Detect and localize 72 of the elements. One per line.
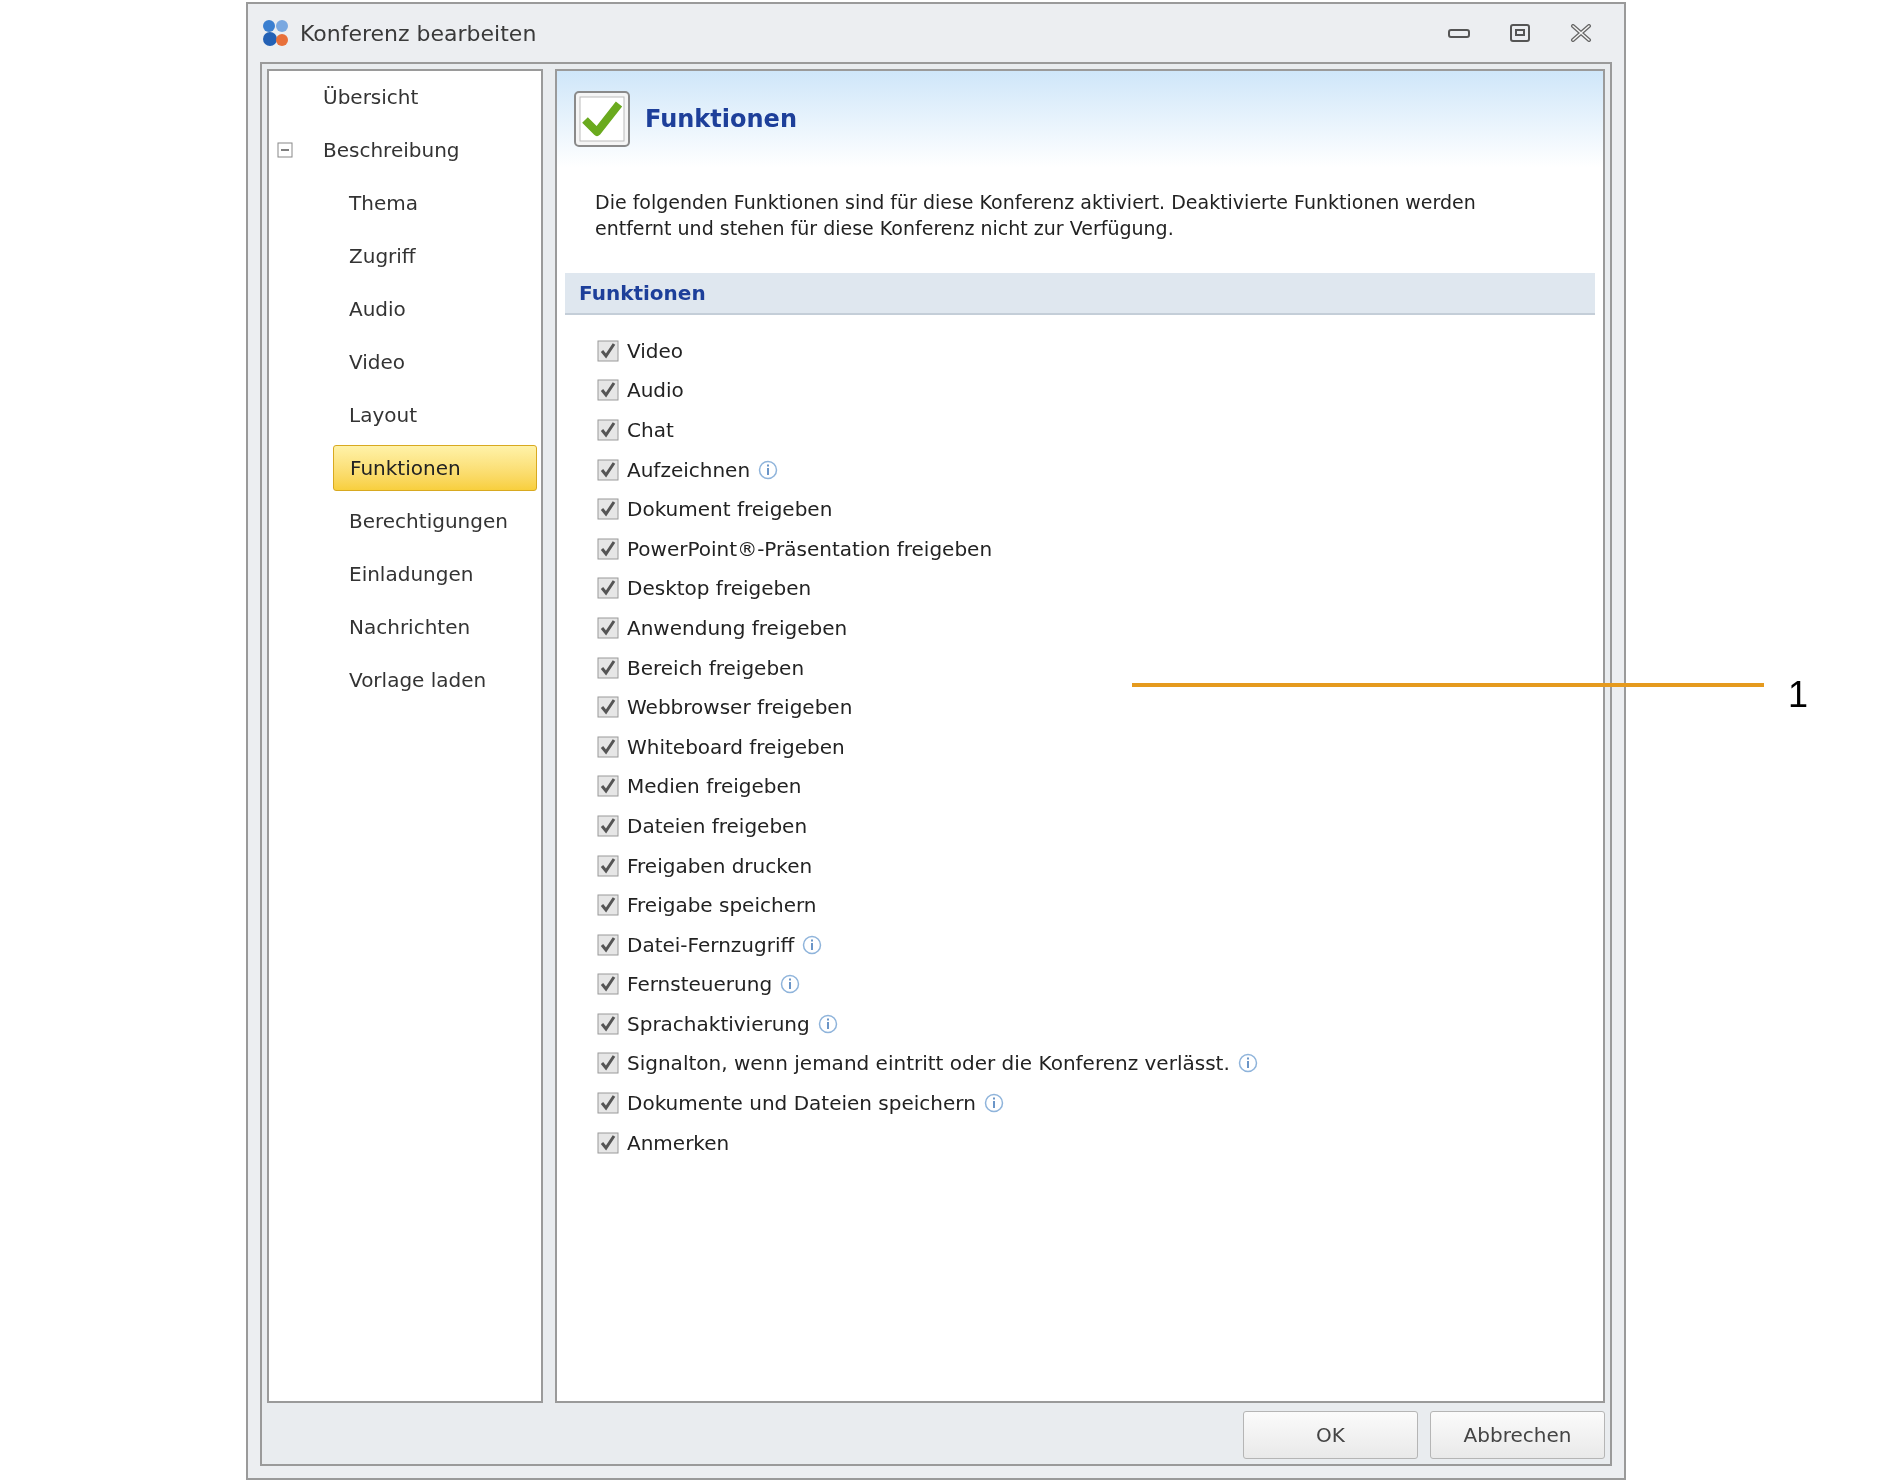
checkbox[interactable] <box>597 933 619 956</box>
sidebar-item[interactable]: Vorlage laden <box>349 665 487 695</box>
feature-label: Desktop freigeben <box>627 575 812 603</box>
feature-label: Bereich freigeben <box>627 654 805 682</box>
sidebar-item[interactable]: Video <box>349 347 406 377</box>
feature-label: Dokument freigeben <box>627 496 833 524</box>
checkmark-icon <box>573 90 631 148</box>
checkbox[interactable] <box>597 775 619 798</box>
dialog-button[interactable]: OK <box>1243 1411 1418 1459</box>
checkbox[interactable] <box>597 854 619 877</box>
checkbox[interactable] <box>597 537 619 560</box>
feature-label: Aufzeichnen <box>627 456 751 484</box>
dialog-button[interactable]: Abbrechen <box>1430 1411 1605 1459</box>
callout-number: 1 <box>1788 673 1809 717</box>
checkbox[interactable] <box>597 616 619 639</box>
collapse-icon[interactable] <box>277 142 293 158</box>
sidebar-item[interactable]: Einladungen <box>349 559 474 589</box>
feature-label: Medien freigeben <box>627 773 802 801</box>
info-icon[interactable] <box>983 1093 1004 1114</box>
checkbox[interactable] <box>597 735 619 758</box>
close-icon[interactable] <box>1570 24 1592 42</box>
feature-label: Dateien freigeben <box>627 812 808 840</box>
feature-label: Anwendung freigeben <box>627 614 848 642</box>
info-icon[interactable] <box>817 1013 838 1034</box>
sidebar-item[interactable]: Übersicht <box>323 82 419 112</box>
minimize-icon[interactable] <box>1448 27 1470 39</box>
feature-label: Anmerken <box>627 1129 730 1157</box>
sidebar-item[interactable]: Nachrichten <box>349 612 471 642</box>
window-title: Konferenz bearbeiten <box>300 19 537 48</box>
sidebar-item[interactable]: Zugriff <box>349 241 416 271</box>
feature-label: Chat <box>627 417 674 444</box>
checkbox[interactable] <box>597 379 619 402</box>
checkbox[interactable] <box>597 696 619 719</box>
feature-label: Whiteboard freigeben <box>627 733 845 761</box>
feature-label: Audio <box>627 377 684 405</box>
feature-label: Datei-Fernzugriff <box>627 931 795 959</box>
checkbox[interactable] <box>597 498 619 521</box>
sidebar-item[interactable]: Audio <box>349 294 406 324</box>
feature-label: Signalton, wenn jemand eintritt oder die Konferenz verlässt. <box>627 1050 1230 1078</box>
checkbox[interactable] <box>597 1052 619 1075</box>
checkbox[interactable] <box>597 339 619 362</box>
feature-label: Fernsteuerung <box>627 971 773 999</box>
sidebar-item[interactable]: Thema <box>349 188 418 218</box>
maximize-icon[interactable] <box>1510 24 1530 42</box>
sidebar-item[interactable]: Beschreibung <box>323 135 460 165</box>
feature-label: PowerPoint®-Präsentation freigeben <box>627 535 993 563</box>
feature-label: Sprachaktivierung <box>627 1010 810 1038</box>
feature-label: Freigaben drucken <box>627 852 813 880</box>
panel-title: Funktionen <box>645 104 797 135</box>
feature-label: Freigabe speichern <box>627 892 817 920</box>
sidebar-item[interactable]: Funktionen <box>333 445 537 491</box>
checkbox[interactable] <box>597 656 619 679</box>
info-icon[interactable] <box>802 934 823 955</box>
info-icon[interactable] <box>1237 1053 1258 1074</box>
description-text: Die folgenden Funktionen sind für diese Konferenz aktiviert. Deaktivierte Funktionen werden entfernt und stehen für diese Konferenz nicht zur Verfügung. <box>595 190 1477 241</box>
sidebar-item[interactable]: Layout <box>349 400 417 430</box>
section-title: Funktionen <box>579 280 706 307</box>
info-icon[interactable] <box>780 974 801 995</box>
info-icon[interactable] <box>758 459 779 480</box>
feature-label: Dokumente und Dateien speichern <box>627 1090 976 1118</box>
checkbox[interactable] <box>597 894 619 917</box>
feature-label: Video <box>627 337 684 365</box>
checkbox[interactable] <box>597 1131 619 1154</box>
sidebar-item[interactable]: Berechtigungen <box>349 506 508 536</box>
checkbox[interactable] <box>597 973 619 996</box>
checkbox[interactable] <box>597 814 619 837</box>
checkbox[interactable] <box>597 458 619 481</box>
checkbox[interactable] <box>597 1092 619 1115</box>
feature-label: Webbrowser freigeben <box>627 694 853 722</box>
checkbox[interactable] <box>597 1012 619 1035</box>
checkbox[interactable] <box>597 577 619 600</box>
checkbox[interactable] <box>597 419 619 441</box>
